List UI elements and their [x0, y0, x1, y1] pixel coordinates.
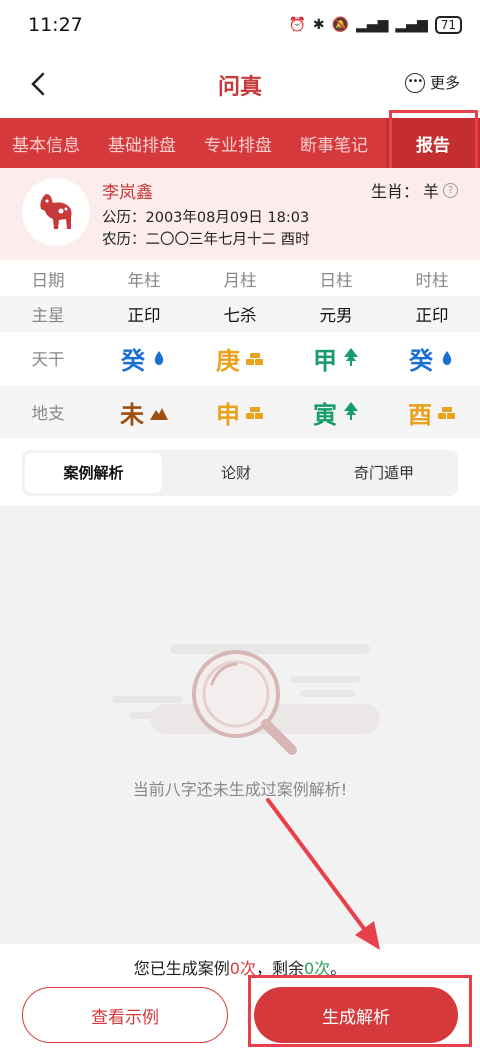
header-day: 日柱 — [319, 271, 353, 290]
water-drop-icon — [439, 344, 455, 372]
tab-basic-info[interactable]: 基本信息 — [0, 131, 96, 156]
tiangan-cell: 癸 — [121, 341, 167, 376]
main-star-year: 正印 — [127, 306, 161, 325]
lunar-date: 农历：二〇〇三年七月十二 酉时 — [102, 232, 310, 248]
tiangan-char: 癸 — [121, 346, 145, 375]
goat-icon — [40, 194, 72, 229]
tab-notes[interactable]: 断事笔记 — [288, 131, 384, 156]
view-example-button[interactable]: 查看示例 — [22, 987, 228, 1043]
bluetooth-icon: ✱ — [312, 17, 325, 33]
tiangan-char: 癸 — [409, 346, 433, 375]
tab-pro-chart[interactable]: 专业排盘 — [192, 131, 288, 156]
subtab-case-analysis[interactable]: 案例解析 — [25, 453, 162, 493]
tab-basic-chart[interactable]: 基础排盘 — [96, 131, 192, 156]
page-title: 问真 — [217, 75, 262, 100]
dizhi-char: 未 — [120, 400, 144, 429]
signal-icon: ▂▄▆ — [356, 17, 389, 33]
help-icon[interactable]: ? — [443, 182, 458, 198]
main-star-month: 七杀 — [223, 306, 257, 325]
main-star-label: 主星 — [31, 306, 65, 325]
battery-icon: 71 — [434, 16, 462, 34]
gold-icon — [438, 398, 456, 426]
tiangan-label: 天干 — [31, 350, 65, 369]
main-star-row: 主星 正印 七杀 元男 正印 — [0, 296, 480, 332]
sub-tab-bar: 案例解析 论财 奇门遁甲 — [22, 450, 458, 496]
gold-icon — [246, 398, 264, 426]
tiangan-cell: 庚 — [216, 341, 264, 376]
header-date: 日期 — [31, 271, 65, 290]
dizhi-cell: 酉 — [408, 395, 456, 430]
more-dots-icon: ••• — [404, 72, 425, 93]
status-time: 11:27 — [28, 14, 83, 36]
nav-bar: 问真 ••• 更多 — [0, 58, 480, 112]
highlight-box-button — [248, 975, 472, 1047]
tiangan-char: 庚 — [216, 346, 240, 375]
tiangan-row: 天干 癸 庚 甲 癸 — [0, 332, 480, 384]
avatar — [22, 178, 90, 246]
status-icons: ⏰ ✱ 🔕 ▂▄▆ ▂▄▆ 71 — [288, 16, 462, 34]
back-button[interactable] — [22, 68, 54, 100]
solar-date: 公历：2003年08月09日 18:03 — [102, 210, 310, 226]
dizhi-cell: 未 — [120, 395, 168, 430]
content-area: 当前八字还未生成过案例解析! — [0, 506, 480, 944]
dizhi-label: 地支 — [31, 404, 65, 423]
dizhi-char: 酉 — [408, 400, 432, 429]
subtab-wealth[interactable]: 论财 — [162, 453, 310, 493]
more-label: 更多 — [429, 74, 460, 92]
subtab-qimen[interactable]: 奇门遁甲 — [310, 453, 458, 493]
zodiac-label: 生肖： — [370, 182, 419, 201]
tree-icon — [343, 398, 359, 426]
zodiac: 生肖： 羊 ? — [371, 178, 458, 202]
chevron-left-icon — [31, 72, 45, 96]
header-year: 年柱 — [127, 271, 161, 290]
gold-icon — [246, 344, 264, 372]
header-hour: 时柱 — [415, 271, 449, 290]
highlight-box-tab — [389, 110, 478, 172]
dizhi-row: 地支 未 申 寅 酉 — [0, 386, 480, 438]
tiangan-char: 甲 — [313, 346, 337, 375]
tiangan-cell: 癸 — [409, 341, 455, 376]
zodiac-value: 羊 — [422, 182, 439, 201]
tree-icon — [343, 344, 359, 372]
dizhi-char: 申 — [216, 400, 240, 429]
alarm-icon: ⏰ — [288, 17, 306, 33]
empty-search-icon — [112, 644, 380, 755]
water-drop-icon — [151, 344, 167, 372]
dizhi-cell: 寅 — [313, 395, 359, 430]
profile-name: 李岚鑫 — [102, 183, 153, 203]
main-star-day: 元男 — [319, 306, 353, 325]
tiangan-cell: 甲 — [313, 341, 359, 376]
main-star-hour: 正印 — [415, 306, 449, 325]
header-month: 月柱 — [223, 271, 257, 290]
signal-2-icon: ▂▄▆ — [395, 17, 428, 33]
more-button[interactable]: ••• 更多 — [404, 72, 460, 93]
pillar-header-row: 日期 年柱 月柱 日柱 时柱 — [0, 262, 480, 296]
dizhi-cell: 申 — [216, 395, 264, 430]
empty-state-text: 当前八字还未生成过案例解析! — [132, 780, 348, 799]
status-bar: 11:27 ⏰ ✱ 🔕 ▂▄▆ ▂▄▆ 71 — [0, 0, 480, 50]
dizhi-char: 寅 — [313, 400, 337, 429]
count-prefix: 您已生成案例 — [133, 959, 230, 978]
profile-card: 李岚鑫 生肖： 羊 ? 公历：2003年08月09日 18:03 农历：二〇〇三… — [0, 168, 480, 260]
mountain-icon — [150, 398, 168, 426]
mute-icon: 🔕 — [331, 17, 350, 33]
